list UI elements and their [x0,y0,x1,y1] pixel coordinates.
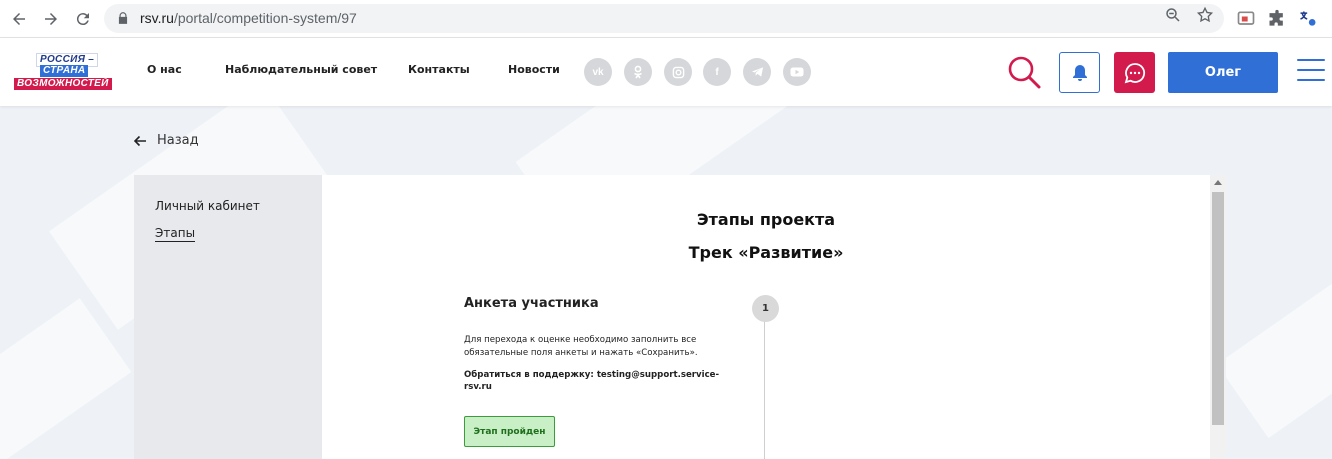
hamburger-menu-icon[interactable] [1297,59,1325,83]
step-title: Анкета участника [464,296,599,311]
timeline-line [764,321,765,459]
lock-icon [118,12,128,24]
support-contact: Обратиться в поддержку: testing@support.… [464,370,720,392]
bookmark-star-icon[interactable] [1196,6,1214,24]
back-link[interactable]: Назад [133,133,199,148]
bell-icon [1072,64,1087,81]
nav-link-about[interactable]: О нас [147,63,182,76]
url-text: rsv.ru/portal/competition-system/97 [140,10,357,26]
scrollbar[interactable] [1210,175,1226,459]
sidebar-item-personal-account[interactable]: Личный кабинет [155,199,260,213]
vk-icon[interactable]: vk [584,58,612,86]
odnoklassniki-icon[interactable] [624,58,652,86]
scrollbar-thumb[interactable] [1212,192,1224,425]
forward-arrow-icon[interactable] [38,6,64,32]
telegram-icon[interactable] [743,58,771,86]
sidebar: Личный кабинет Этапы [134,175,322,459]
puzzle-icon[interactable] [1267,9,1287,29]
extension-cast-icon[interactable] [1236,9,1256,29]
rsv-logo[interactable]: РОССИЯ – СТРАНА ВОЗМОЖНОСТЕЙ [14,52,118,92]
zoom-icon[interactable] [1164,6,1182,24]
stages-card: Этапы проекта Трек «Развитие» Анкета уча… [322,175,1210,459]
back-link-label: Назад [157,133,199,148]
address-bar[interactable]: rsv.ru/portal/competition-system/97 [104,4,1224,33]
translate-extension-icon[interactable] [1298,9,1318,29]
sidebar-item-stages[interactable]: Этапы [155,226,196,242]
logo-line-3: ВОЗМОЖНОСТЕЙ [14,78,112,90]
youtube-icon[interactable] [783,58,811,86]
vk-glyph: vk [592,66,604,78]
chat-bubble-icon [1124,62,1145,83]
instagram-icon[interactable] [664,58,692,86]
step-description: Для перехода к оценке необходимо заполни… [464,335,698,358]
user-profile-button[interactable]: Олег [1168,52,1278,93]
nav-link-news[interactable]: Новости [508,63,560,76]
scroll-up-arrow-icon[interactable] [1214,180,1222,185]
facebook-icon[interactable]: f [703,58,731,86]
track-subtitle: Трек «Развитие» [688,243,844,262]
nav-link-supervisory-board[interactable]: Наблюдательный совет [225,63,377,76]
reload-icon[interactable] [70,6,96,32]
logo-line-2: СТРАНА [40,65,89,77]
step-status-badge[interactable]: Этап пройден [464,416,555,447]
notifications-button[interactable] [1059,52,1100,93]
chat-button[interactable] [1114,52,1155,93]
nav-link-contacts[interactable]: Контакты [408,63,470,76]
step-number-badge: 1 [752,295,779,322]
site-header: РОССИЯ – СТРАНА ВОЗМОЖНОСТЕЙ О нас Наблю… [0,38,1332,106]
facebook-glyph: f [715,66,719,78]
browser-toolbar: rsv.ru/portal/competition-system/97 [0,0,1332,38]
arrow-left-icon [133,135,146,146]
search-icon[interactable] [1006,54,1042,90]
page-title: Этапы проекта [696,210,836,229]
back-arrow-icon[interactable] [6,6,32,32]
